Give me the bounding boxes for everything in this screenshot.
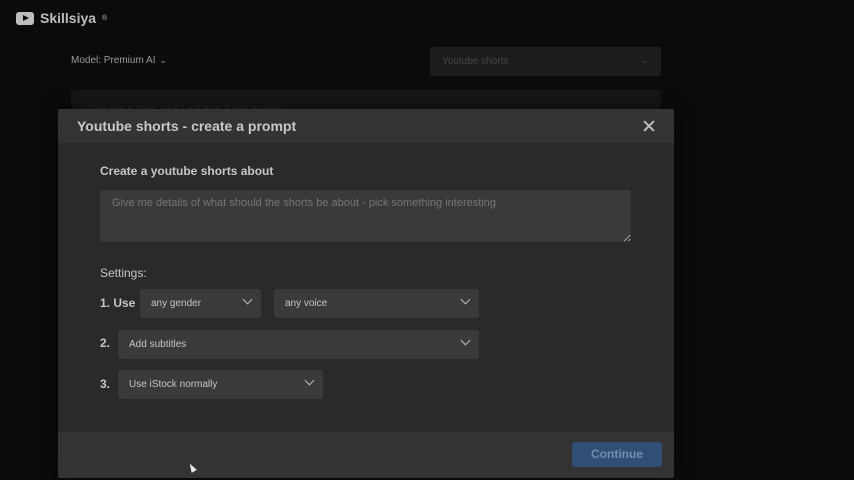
modal-header: Youtube shorts - create a prompt [58, 109, 674, 143]
istock-select[interactable]: Use iStock normally [118, 370, 323, 399]
setting-3-number: 3. [100, 377, 111, 391]
create-prompt-modal: Youtube shorts - create a prompt Create … [58, 109, 674, 478]
gender-select[interactable]: any gender [140, 289, 261, 318]
subtitles-select-value: Add subtitles [129, 339, 187, 350]
settings-label: Settings: [100, 266, 147, 280]
voice-select-value: any voice [285, 298, 328, 309]
close-icon[interactable] [642, 119, 656, 133]
prompt-label: Create a youtube shorts about [100, 164, 274, 178]
chevron-down-icon [460, 294, 471, 305]
format-select-value: Youtube shorts [442, 56, 509, 67]
model-selector[interactable]: Model: Premium AI ⌄ [71, 55, 167, 66]
chevron-down-icon: ⌄ [159, 55, 168, 65]
youtube-icon [16, 11, 34, 25]
modal-footer: Continue [58, 432, 674, 478]
setting-2-number: 2. [100, 336, 111, 350]
chevron-down-icon [242, 294, 253, 305]
model-label: Model: Premium AI [71, 55, 156, 66]
chevron-down-icon [460, 335, 471, 346]
chevron-down-icon: ⌄ [640, 55, 649, 66]
voice-select[interactable]: any voice [274, 289, 479, 318]
page: Skillsiya ® Model: Premium AI ⌄ Youtube s… [0, 0, 854, 480]
brand-name: Skillsiya [40, 10, 97, 26]
chevron-down-icon [304, 375, 315, 386]
istock-select-value: Use iStock normally [129, 379, 218, 390]
format-select[interactable]: Youtube shorts ⌄ [430, 47, 661, 76]
subtitles-select[interactable]: Add subtitles [118, 330, 479, 359]
topic-input[interactable] [100, 190, 631, 242]
modal-title: Youtube shorts - create a prompt [77, 118, 297, 134]
setting-1-number: 1. Use [100, 296, 136, 310]
continue-button[interactable]: Continue [572, 442, 662, 467]
registered-mark: ® [102, 14, 108, 22]
gender-select-value: any gender [151, 298, 202, 309]
brand-watermark: Skillsiya ® [16, 10, 107, 26]
modal-body: Create a youtube shorts about Settings: … [58, 143, 674, 432]
